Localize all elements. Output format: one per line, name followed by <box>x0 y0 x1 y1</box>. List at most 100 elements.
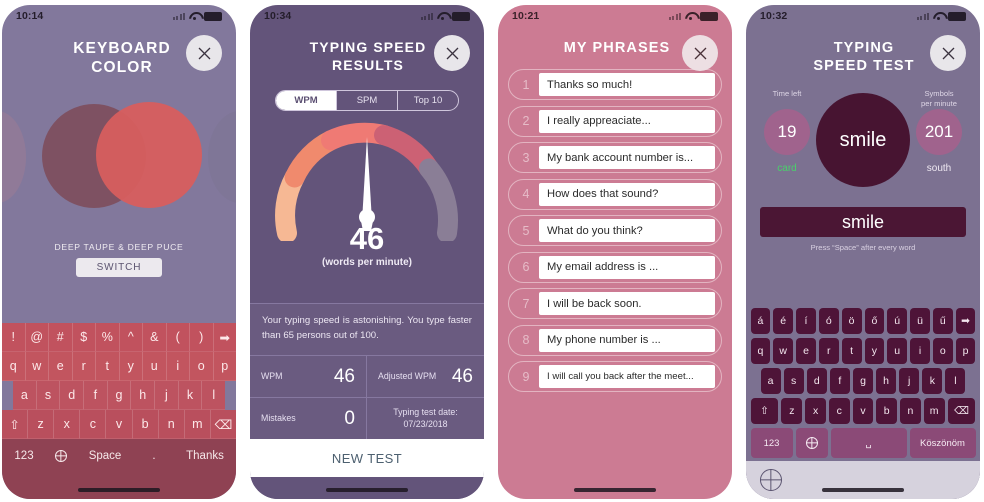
key-o-umlaut[interactable]: ö <box>841 308 862 334</box>
key-exclaim[interactable]: ! <box>2 323 26 352</box>
key-r[interactable]: r <box>72 352 96 381</box>
globe-key[interactable] <box>795 428 828 458</box>
key-i[interactable]: i <box>166 352 190 381</box>
key-z[interactable]: z <box>28 410 55 439</box>
key-y[interactable]: y <box>864 338 885 364</box>
arrow-right-icon[interactable]: ➡ <box>213 323 236 352</box>
key-t[interactable]: t <box>96 352 120 381</box>
list-item[interactable]: 4 How does that sound? <box>508 178 722 210</box>
close-button[interactable] <box>186 35 222 71</box>
key-e[interactable]: e <box>796 338 816 364</box>
key-r[interactable]: r <box>818 338 839 364</box>
key-b[interactable]: b <box>132 410 159 439</box>
suggestion-key[interactable]: Köszönöm <box>909 428 976 458</box>
key-u[interactable]: u <box>887 338 908 364</box>
key-d[interactable]: d <box>806 368 827 394</box>
close-button[interactable] <box>434 35 470 71</box>
key-c[interactable]: c <box>80 410 107 439</box>
key-a[interactable]: a <box>760 368 781 394</box>
key-w[interactable]: w <box>25 352 49 381</box>
key-e-acute[interactable]: é <box>773 308 794 334</box>
key-x[interactable]: x <box>54 410 81 439</box>
key-c[interactable]: c <box>828 398 850 424</box>
key-o[interactable]: o <box>190 352 214 381</box>
backspace-icon[interactable]: ⌫ <box>947 398 976 424</box>
key-j[interactable]: j <box>899 368 920 394</box>
list-item[interactable]: 3 My bank account number is... <box>508 142 722 174</box>
key-l[interactable]: l <box>202 381 226 410</box>
key-d[interactable]: d <box>60 381 85 410</box>
switch-button[interactable]: SWITCH <box>76 257 162 277</box>
list-item[interactable]: 6 My email address is ... <box>508 251 722 283</box>
key-dollar[interactable]: $ <box>72 323 96 352</box>
key-percent[interactable]: % <box>96 323 120 352</box>
key-paren-open[interactable]: ( <box>166 323 190 352</box>
phrase-input[interactable]: What do you think? <box>539 219 715 243</box>
backspace-icon[interactable]: ⌫ <box>210 410 236 439</box>
tab-spm[interactable]: SPM <box>337 91 398 110</box>
space-key[interactable]: ␣ <box>830 428 907 458</box>
key-s[interactable]: s <box>783 368 804 394</box>
key-h[interactable]: h <box>876 368 897 394</box>
key-i[interactable]: i <box>910 338 930 364</box>
key-a[interactable]: a <box>13 381 37 410</box>
key-n[interactable]: n <box>900 398 921 424</box>
shift-icon[interactable]: ⇧ <box>750 398 779 424</box>
key-w[interactable]: w <box>773 338 794 364</box>
key-p[interactable]: p <box>955 338 976 364</box>
key-x[interactable]: x <box>805 398 826 424</box>
numeric-key[interactable]: 123 <box>2 450 46 462</box>
list-item[interactable]: 1 Thanks so much! <box>508 69 722 101</box>
key-f[interactable]: f <box>84 381 108 410</box>
key-u-umlaut[interactable]: ü <box>910 308 930 334</box>
key-paren-close[interactable]: ) <box>190 323 214 352</box>
key-j[interactable]: j <box>155 381 179 410</box>
shift-icon[interactable]: ⇧ <box>2 410 29 439</box>
phrase-input[interactable]: I will call you back after the meet... <box>539 365 715 389</box>
key-y[interactable]: y <box>119 352 143 381</box>
key-o-double-acute[interactable]: ő <box>864 308 885 334</box>
key-b[interactable]: b <box>876 398 898 424</box>
close-button[interactable] <box>930 35 966 71</box>
phrase-input[interactable]: I really appreaciate... <box>539 109 715 133</box>
key-caret[interactable]: ^ <box>119 323 143 352</box>
key-o-acute[interactable]: ó <box>818 308 839 334</box>
phrase-input[interactable]: My email address is ... <box>539 255 715 279</box>
key-t[interactable]: t <box>841 338 862 364</box>
list-item[interactable]: 5 What do you think? <box>508 215 722 247</box>
key-p[interactable]: p <box>213 352 236 381</box>
key-a-acute[interactable]: á <box>750 308 771 334</box>
key-e[interactable]: e <box>49 352 73 381</box>
phrase-input[interactable]: How does that sound? <box>539 182 715 206</box>
key-f[interactable]: f <box>829 368 850 394</box>
key-k[interactable]: k <box>922 368 943 394</box>
key-h[interactable]: h <box>131 381 156 410</box>
close-button[interactable] <box>682 35 718 71</box>
key-n[interactable]: n <box>158 410 185 439</box>
arrow-right-icon[interactable]: ➡ <box>955 308 976 334</box>
key-ampersand[interactable]: & <box>143 323 167 352</box>
key-v[interactable]: v <box>106 410 133 439</box>
list-item[interactable]: 9 I will call you back after the meet... <box>508 361 722 393</box>
phrase-input[interactable]: I will be back soon. <box>539 292 715 316</box>
key-z[interactable]: z <box>781 398 803 424</box>
key-o[interactable]: o <box>932 338 953 364</box>
tab-top10[interactable]: Top 10 <box>398 91 458 110</box>
key-u[interactable]: u <box>143 352 167 381</box>
tab-wpm[interactable]: WPM <box>276 91 337 110</box>
key-s[interactable]: s <box>36 381 61 410</box>
key-at[interactable]: @ <box>25 323 49 352</box>
key-g[interactable]: g <box>852 368 874 394</box>
phrase-input[interactable]: My bank account number is... <box>539 146 715 170</box>
key-m[interactable]: m <box>923 398 945 424</box>
typing-input[interactable]: smile <box>760 207 966 238</box>
key-l[interactable]: l <box>945 368 966 394</box>
key-g[interactable]: g <box>107 381 132 410</box>
key-u-acute[interactable]: ú <box>887 308 908 334</box>
key-u-double-acute[interactable]: ű <box>932 308 953 334</box>
space-key[interactable]: Space <box>76 450 134 462</box>
phrase-input[interactable]: My phone number is ... <box>539 328 715 352</box>
key-k[interactable]: k <box>178 381 203 410</box>
list-item[interactable]: 8 My phone number is ... <box>508 324 722 356</box>
key-i-acute[interactable]: í <box>796 308 816 334</box>
